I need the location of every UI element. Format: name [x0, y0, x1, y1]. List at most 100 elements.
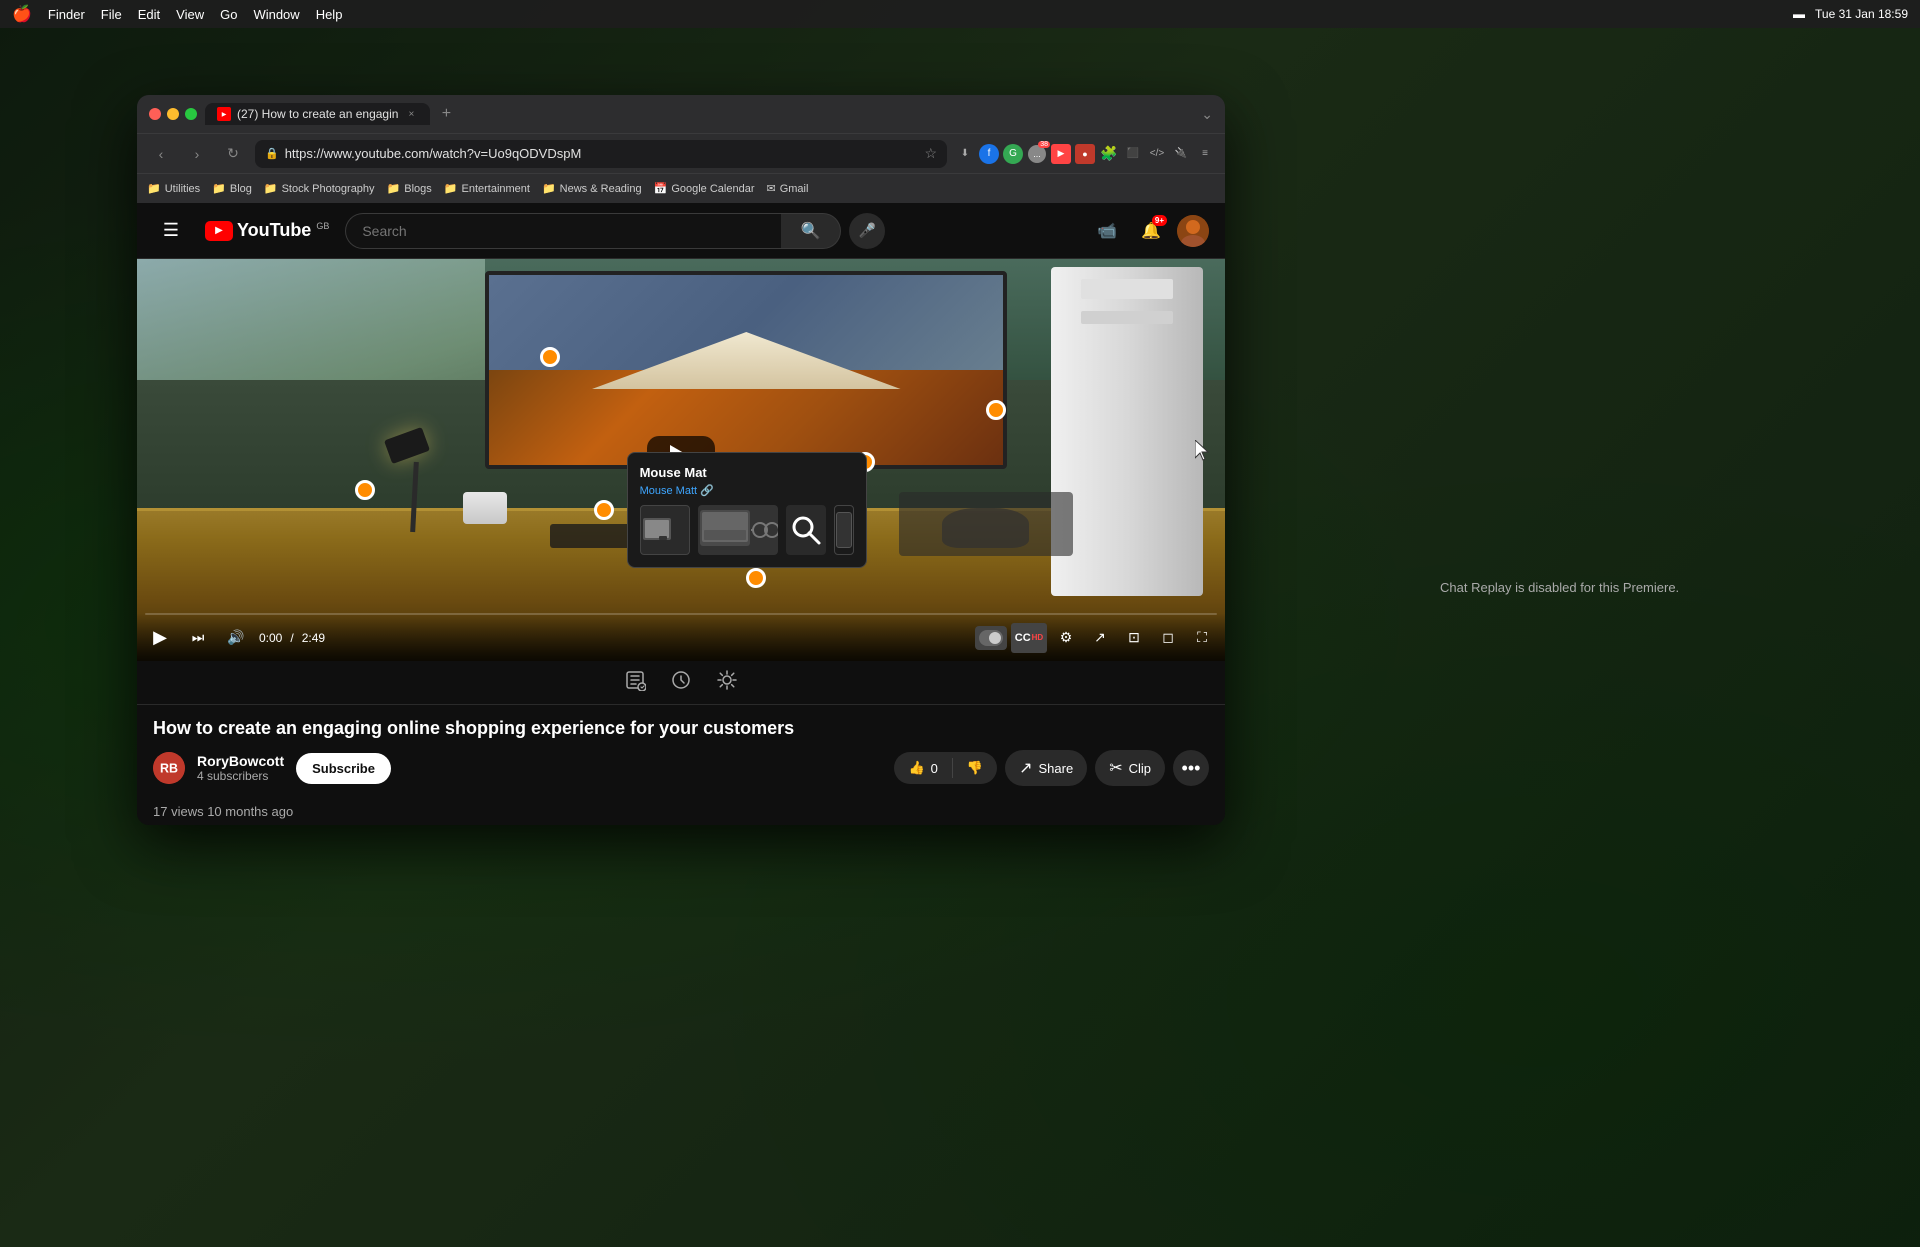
ext-9[interactable]: 🔌: [1171, 144, 1191, 164]
bookmark-news[interactable]: 📁 News & Reading: [542, 182, 642, 195]
url-text: https://www.youtube.com/watch?v=Uo9qODVD…: [285, 146, 919, 161]
address-bar[interactable]: 🔒 https://www.youtube.com/watch?v=Uo9qOD…: [255, 140, 947, 168]
bookmark-gcal[interactable]: 📅 Google Calendar: [654, 182, 755, 195]
ext-7[interactable]: ⬛: [1123, 144, 1143, 164]
bookmark-entertainment[interactable]: 📁 Entertainment: [444, 182, 530, 195]
thumbs-up-icon: 👍: [908, 760, 924, 776]
search-input[interactable]: [345, 213, 781, 249]
theater-button[interactable]: ◻: [1153, 623, 1183, 653]
bookmark-blogs[interactable]: 📁 Blogs: [387, 182, 432, 195]
lock-icon: 🔒: [265, 147, 279, 160]
bookmark-icon[interactable]: ☆: [924, 145, 937, 162]
fullscreen-button[interactable]: ⛶: [1187, 623, 1217, 653]
lamp-head: [384, 427, 430, 464]
new-tab-button[interactable]: +: [434, 102, 458, 126]
cc-label: CC: [1015, 632, 1031, 644]
desk-pad: [899, 492, 1073, 556]
settings-button[interactable]: ⚙: [1051, 623, 1081, 653]
yt-menu-button[interactable]: ☰: [153, 213, 189, 249]
ext-3[interactable]: ... 38: [1027, 144, 1047, 164]
bookmark-gcal-label: Google Calendar: [671, 183, 754, 195]
share-label: Share: [1038, 761, 1073, 776]
tab-close-button[interactable]: ×: [404, 107, 418, 121]
product-dot-5[interactable]: [594, 500, 614, 520]
maximize-button[interactable]: [185, 108, 197, 120]
search-button[interactable]: 🔍: [781, 213, 841, 249]
download-icon[interactable]: ⬇: [955, 144, 975, 164]
share-video-button[interactable]: ↗ Share: [1005, 750, 1087, 786]
lamp-arm: [410, 462, 419, 532]
clip-label: Clip: [1129, 761, 1151, 776]
channel-avatar[interactable]: RB: [153, 752, 185, 784]
user-avatar[interactable]: [1177, 215, 1209, 247]
bookmark-utilities[interactable]: 📁 Utilities: [147, 182, 200, 195]
tab-collapse-button[interactable]: ⌄: [1201, 106, 1213, 123]
subtitles-button[interactable]: CC HD: [1011, 623, 1047, 653]
voice-search-button[interactable]: 🎤: [849, 213, 885, 249]
channel-info: RoryBowcott 4 subscribers: [197, 753, 284, 783]
more-actions-button[interactable]: •••: [1173, 750, 1209, 786]
title-bar: (27) How to create an engagin × + ⌄: [137, 95, 1225, 133]
ext-6[interactable]: 🧩: [1099, 144, 1119, 164]
share-button[interactable]: ↗: [1085, 623, 1115, 653]
apple-menu[interactable]: 🍎: [12, 4, 32, 24]
ext-menu[interactable]: ≡: [1195, 144, 1215, 164]
ext-5[interactable]: ●: [1075, 144, 1095, 164]
product-dot-1[interactable]: [355, 480, 375, 500]
next-button[interactable]: ⏭: [183, 623, 213, 653]
controls-right: CC HD ⚙ ↗ ⊡ ◻ ⛶: [975, 623, 1217, 653]
lamp: [387, 433, 441, 532]
edit-menu[interactable]: Edit: [138, 7, 160, 22]
time-ago: 10 months ago: [207, 804, 293, 819]
bookmark-stock[interactable]: 📁 Stock Photography: [264, 182, 375, 195]
minimize-button[interactable]: [167, 108, 179, 120]
like-button[interactable]: 👍 0: [894, 752, 951, 784]
back-button[interactable]: ‹: [147, 140, 175, 168]
pc-slot-1: [1081, 279, 1172, 299]
go-menu[interactable]: Go: [220, 7, 237, 22]
toolbar-btn-3[interactable]: [716, 669, 738, 696]
active-tab[interactable]: (27) How to create an engagin ×: [205, 103, 430, 125]
progress-bar[interactable]: [145, 613, 1217, 615]
svg-text:RB: RB: [160, 761, 178, 775]
window-menu[interactable]: Window: [253, 7, 299, 22]
product-dot-2[interactable]: [540, 347, 560, 367]
toolbar-btn-2[interactable]: [670, 669, 692, 696]
file-menu[interactable]: File: [101, 7, 122, 22]
forward-button[interactable]: ›: [183, 140, 211, 168]
controls-row: ▶ ⏭ 🔊 0:00 / 2:49: [145, 623, 1217, 653]
product-popup: Mouse Mat Mouse Matt 🔗: [627, 452, 867, 568]
help-menu[interactable]: Help: [316, 7, 343, 22]
notifications-button[interactable]: 🔔 9+: [1133, 213, 1169, 249]
ext-badge: 38: [1038, 141, 1050, 148]
bookmark-gmail[interactable]: ✉ Gmail: [766, 182, 808, 195]
ext-4[interactable]: ▶: [1051, 144, 1071, 164]
bookmarks-bar: 📁 Utilities 📁 Blog 📁 Stock Photography 📁…: [137, 173, 1225, 203]
dislike-button[interactable]: 👎: [953, 752, 997, 784]
volume-button[interactable]: 🔊: [221, 623, 251, 653]
product-images: [640, 505, 854, 555]
toolbar-btn-1[interactable]: [624, 669, 646, 696]
close-button[interactable]: [149, 108, 161, 120]
create-button[interactable]: 📹: [1089, 213, 1125, 249]
youtube-country: GB: [316, 221, 329, 231]
youtube-logo-icon: [205, 221, 233, 241]
view-menu[interactable]: View: [176, 7, 204, 22]
product-link[interactable]: Mouse Matt 🔗: [640, 484, 854, 497]
miniplayer-button[interactable]: ⊡: [1119, 623, 1149, 653]
youtube-logo[interactable]: YouTube GB: [205, 220, 329, 241]
refresh-button[interactable]: ↻: [219, 140, 247, 168]
clip-button[interactable]: ✂ Clip: [1095, 750, 1165, 786]
ext-8[interactable]: </>: [1147, 144, 1167, 164]
ext-1[interactable]: f: [979, 144, 999, 164]
product-dot-3[interactable]: [986, 400, 1006, 420]
autoplay-toggle[interactable]: [975, 626, 1007, 650]
browser-window: (27) How to create an engagin × + ⌄ ‹ › …: [137, 95, 1225, 825]
finder-menu[interactable]: Finder: [48, 7, 85, 22]
bookmark-blog[interactable]: 📁 Blog: [212, 182, 252, 195]
battery-icon: ▬: [1793, 7, 1805, 21]
subscribe-button[interactable]: Subscribe: [296, 753, 391, 784]
stats-bar: 17 views 10 months ago: [137, 798, 1225, 825]
ext-2[interactable]: G: [1003, 144, 1023, 164]
play-pause-button[interactable]: ▶: [145, 623, 175, 653]
